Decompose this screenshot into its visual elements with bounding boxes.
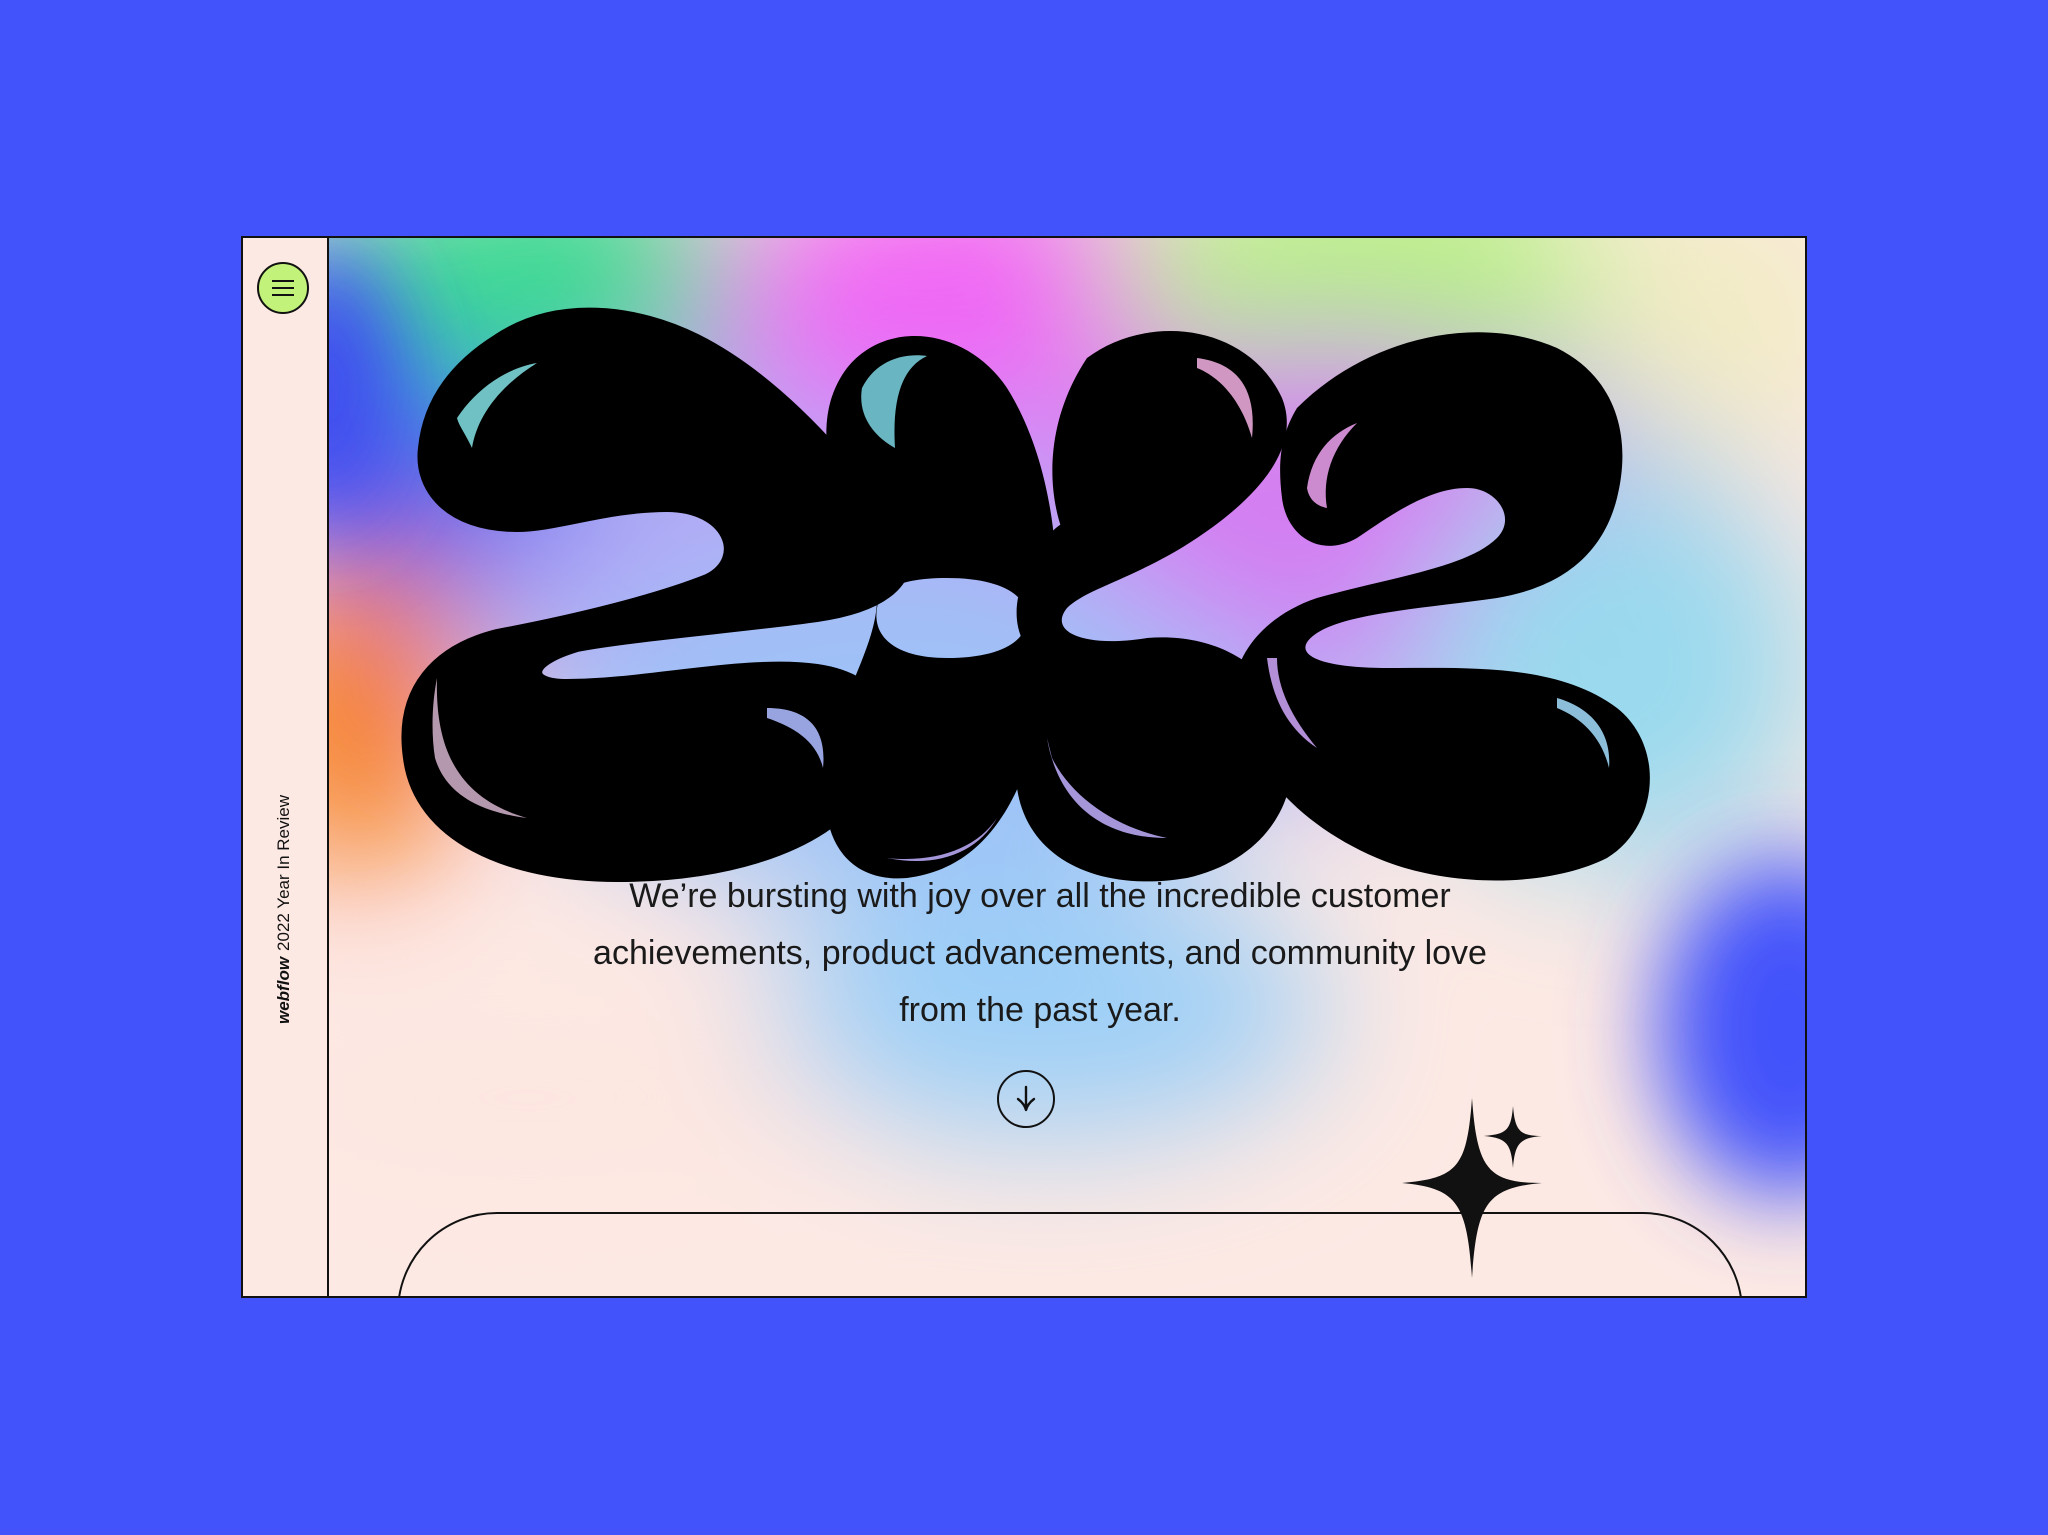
menu-button[interactable] [257,262,309,314]
next-section-card [397,1212,1743,1296]
digit-2-second [1015,331,1293,882]
site-subtitle: 2022 Year In Review [274,794,293,951]
scroll-down-button[interactable] [997,1070,1055,1128]
site-title: webflow 2022 Year In Review [274,795,294,1024]
hamburger-menu-icon [272,280,294,282]
arrow-down-icon [1016,1085,1036,1112]
app-window: webflow 2022 Year In Review We’re bursti… [241,236,1807,1298]
hero-intro-text: We’re bursting with joy over all the inc… [593,877,1487,1029]
sidebar: webflow 2022 Year In Review [243,238,329,1296]
hero-section: We’re bursting with joy over all the inc… [327,238,1805,1296]
year-wordmark [401,307,1650,1278]
brand-logo[interactable]: webflow [274,957,294,1024]
digit-2-third [1233,332,1650,881]
